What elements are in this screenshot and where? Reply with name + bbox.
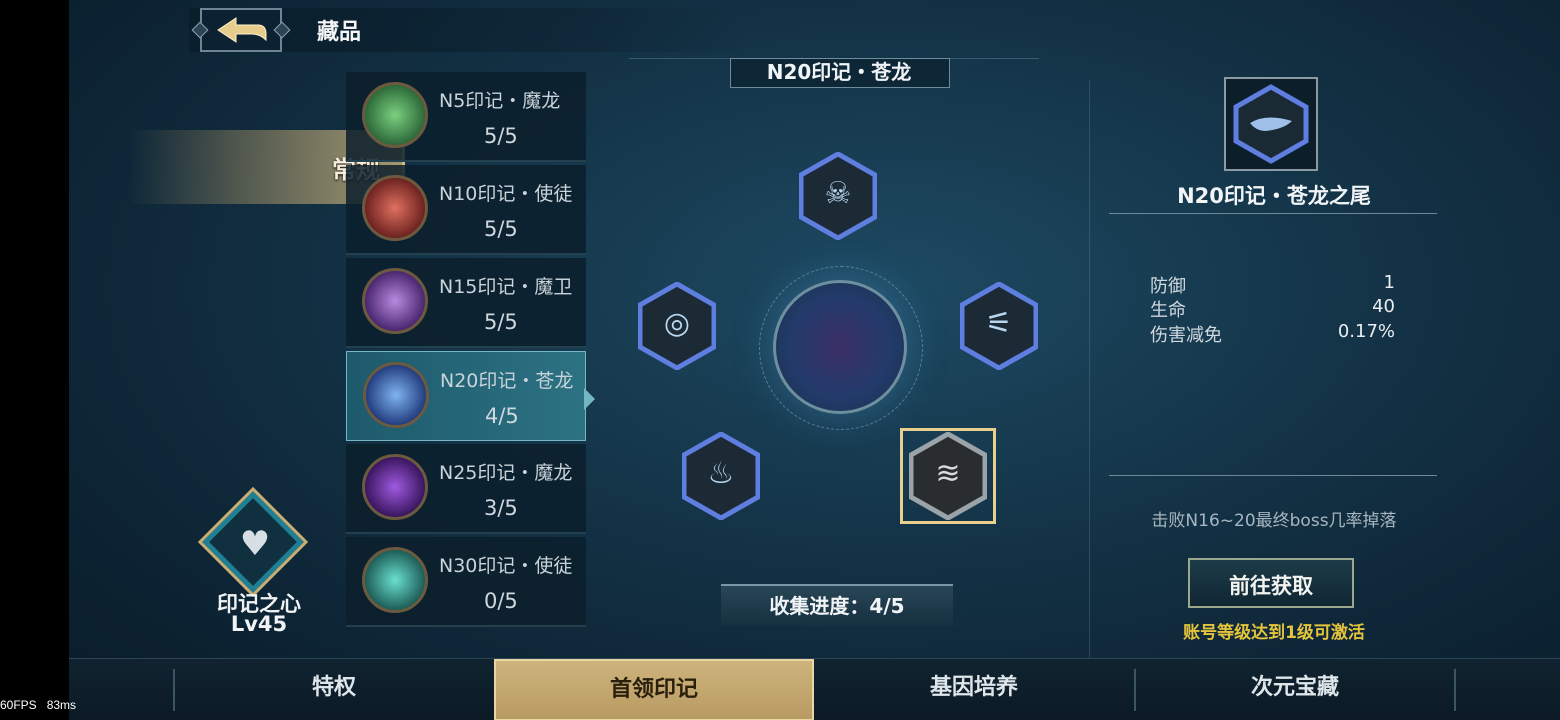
list-item[interactable]: N15印记・魔卫 5/5: [346, 258, 586, 348]
panel-divider: [1089, 80, 1090, 660]
dragon-tail-icon: [1233, 84, 1309, 164]
dragon-claw-icon: ⚟: [985, 306, 1013, 341]
mark-progress: 5/5: [484, 310, 518, 334]
nav-separator: [1454, 669, 1456, 711]
mark-name: N10印记・使徒: [439, 183, 573, 205]
back-arrow-icon: [217, 17, 267, 43]
game-screen: 藏品 常规 N5印记・魔龙 5/5 N10印记・使徒 5/5 N15印记・魔卫 …: [69, 0, 1560, 720]
slot-dragon-flame[interactable]: ♨: [682, 432, 760, 520]
mark-name: N5印记・魔龙: [439, 90, 561, 112]
dragon-head-icon: ☠: [824, 176, 852, 211]
drop-source-text: 击败N16~20最终boss几率掉落: [1151, 511, 1397, 531]
mark-name: N30印记・使徒: [439, 555, 573, 577]
stat-label-defense: 防御: [1150, 276, 1186, 297]
list-item[interactable]: N10印记・使徒 5/5: [346, 165, 586, 255]
activate-requirement-note: 账号等级达到1级可激活: [1183, 623, 1365, 643]
stat-label-hp: 生命: [1150, 300, 1186, 321]
back-button[interactable]: [200, 8, 282, 52]
mark-progress: 5/5: [484, 217, 518, 241]
list-item[interactable]: N20印记・苍龙 4/5: [346, 351, 586, 441]
divider: [1109, 213, 1437, 214]
slot-dragon-claw[interactable]: ⚟: [960, 282, 1038, 370]
stat-value-defense: 1: [1383, 272, 1395, 293]
mark-avatar: [362, 454, 428, 520]
slot-dragon-body[interactable]: ◎: [638, 282, 716, 370]
mark-avatar: [363, 362, 429, 428]
stat-value-hp: 40: [1372, 296, 1395, 317]
tab-dimension-treasure[interactable]: 次元宝藏: [1136, 659, 1454, 720]
mark-name: N15印记・魔卫: [439, 276, 573, 298]
tab-gene-training[interactable]: 基因培养: [815, 659, 1133, 720]
mark-progress: 5/5: [484, 124, 518, 148]
fps-overlay: 60FPS 83ms: [0, 698, 76, 712]
tab-privileges[interactable]: 特权: [175, 659, 493, 720]
detail-item-name: N20印记・苍龙之尾: [1177, 184, 1371, 208]
mark-avatar: [362, 175, 428, 241]
mark-list[interactable]: N5印记・魔龙 5/5 N10印记・使徒 5/5 N15印记・魔卫 5/5 N2…: [346, 72, 586, 632]
list-selection-arrow-icon: [584, 388, 595, 410]
mark-avatar: [362, 82, 428, 148]
mark-avatar: [362, 268, 428, 334]
mark-progress: 3/5: [484, 496, 518, 520]
mark-name: N25印记・魔龙: [439, 462, 573, 484]
page-title: 藏品: [317, 20, 362, 45]
latency-value: 83ms: [46, 698, 77, 712]
stat-label-damage-reduction: 伤害减免: [1150, 325, 1222, 346]
heart-icon: ♥: [239, 524, 271, 564]
goto-obtain-label: 前往获取: [1229, 574, 1313, 598]
divider: [1109, 475, 1437, 476]
collection-progress-text: 收集进度：4/5: [769, 594, 905, 618]
heart-level: Lv45: [230, 612, 288, 636]
list-item[interactable]: N30印记・使徒 0/5: [346, 537, 586, 627]
dragon-hub-icon: [773, 280, 907, 414]
fps-value: 60FPS: [0, 698, 37, 712]
detail-item-frame: [1224, 77, 1318, 171]
slot-dragon-head[interactable]: ☠: [799, 152, 877, 240]
list-item[interactable]: N25印记・魔龙 3/5: [346, 444, 586, 534]
stat-value-damage-reduction: 0.17%: [1337, 321, 1395, 342]
slot-dragon-tail[interactable]: ≋: [909, 432, 987, 520]
dragon-body-icon: ◎: [663, 306, 691, 341]
mark-name: N20印记・苍龙: [440, 370, 574, 392]
dragon-tail-icon: ≋: [935, 456, 961, 491]
mark-progress: 4/5: [485, 404, 519, 428]
set-title: N20印记・苍龙: [766, 60, 912, 84]
tab-boss-marks[interactable]: 首领印记: [494, 659, 814, 720]
list-item[interactable]: N5印记・魔龙 5/5: [346, 72, 586, 162]
dragon-flame-icon: ♨: [707, 456, 735, 491]
mark-avatar: [362, 547, 428, 613]
bottom-nav: 特权 首领印记 基因培养 次元宝藏: [69, 658, 1560, 720]
mark-progress: 0/5: [484, 589, 518, 613]
